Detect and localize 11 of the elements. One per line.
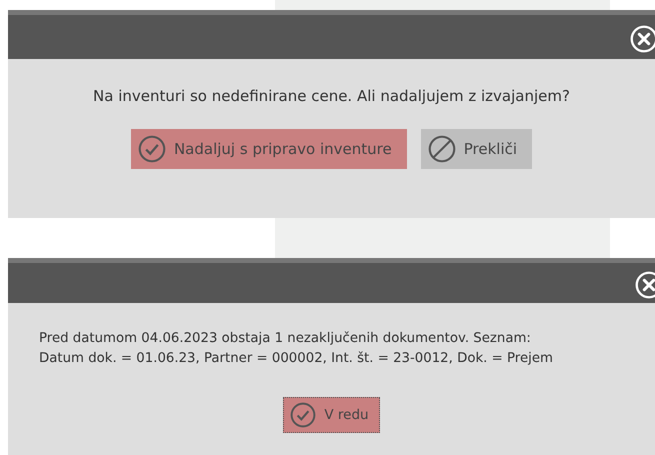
message-text: Na inventuri so nedefinirane cene. Ali nadaljujem z izvajanjem? [92,87,571,105]
message-text: Pred datumom 04.06.2023 obstaja 1 nezaključenih dokumentov. Seznam: [39,330,532,348]
dialog-button[interactable]: Prekliči [420,129,532,169]
dialog-button[interactable]: V redu [283,397,380,433]
check-icon [290,402,316,428]
check-icon [138,135,166,163]
cancel-icon [428,135,456,163]
close-icon[interactable] [635,271,655,299]
message-text: Datum dok. = 01.06.23, Partner = 000002, Int. št. = 23-0012, Dok. = Prejem [39,350,554,368]
close-icon[interactable] [630,25,655,53]
dialog-button[interactable]: Nadaljuj s pripravo inventure [130,129,407,169]
